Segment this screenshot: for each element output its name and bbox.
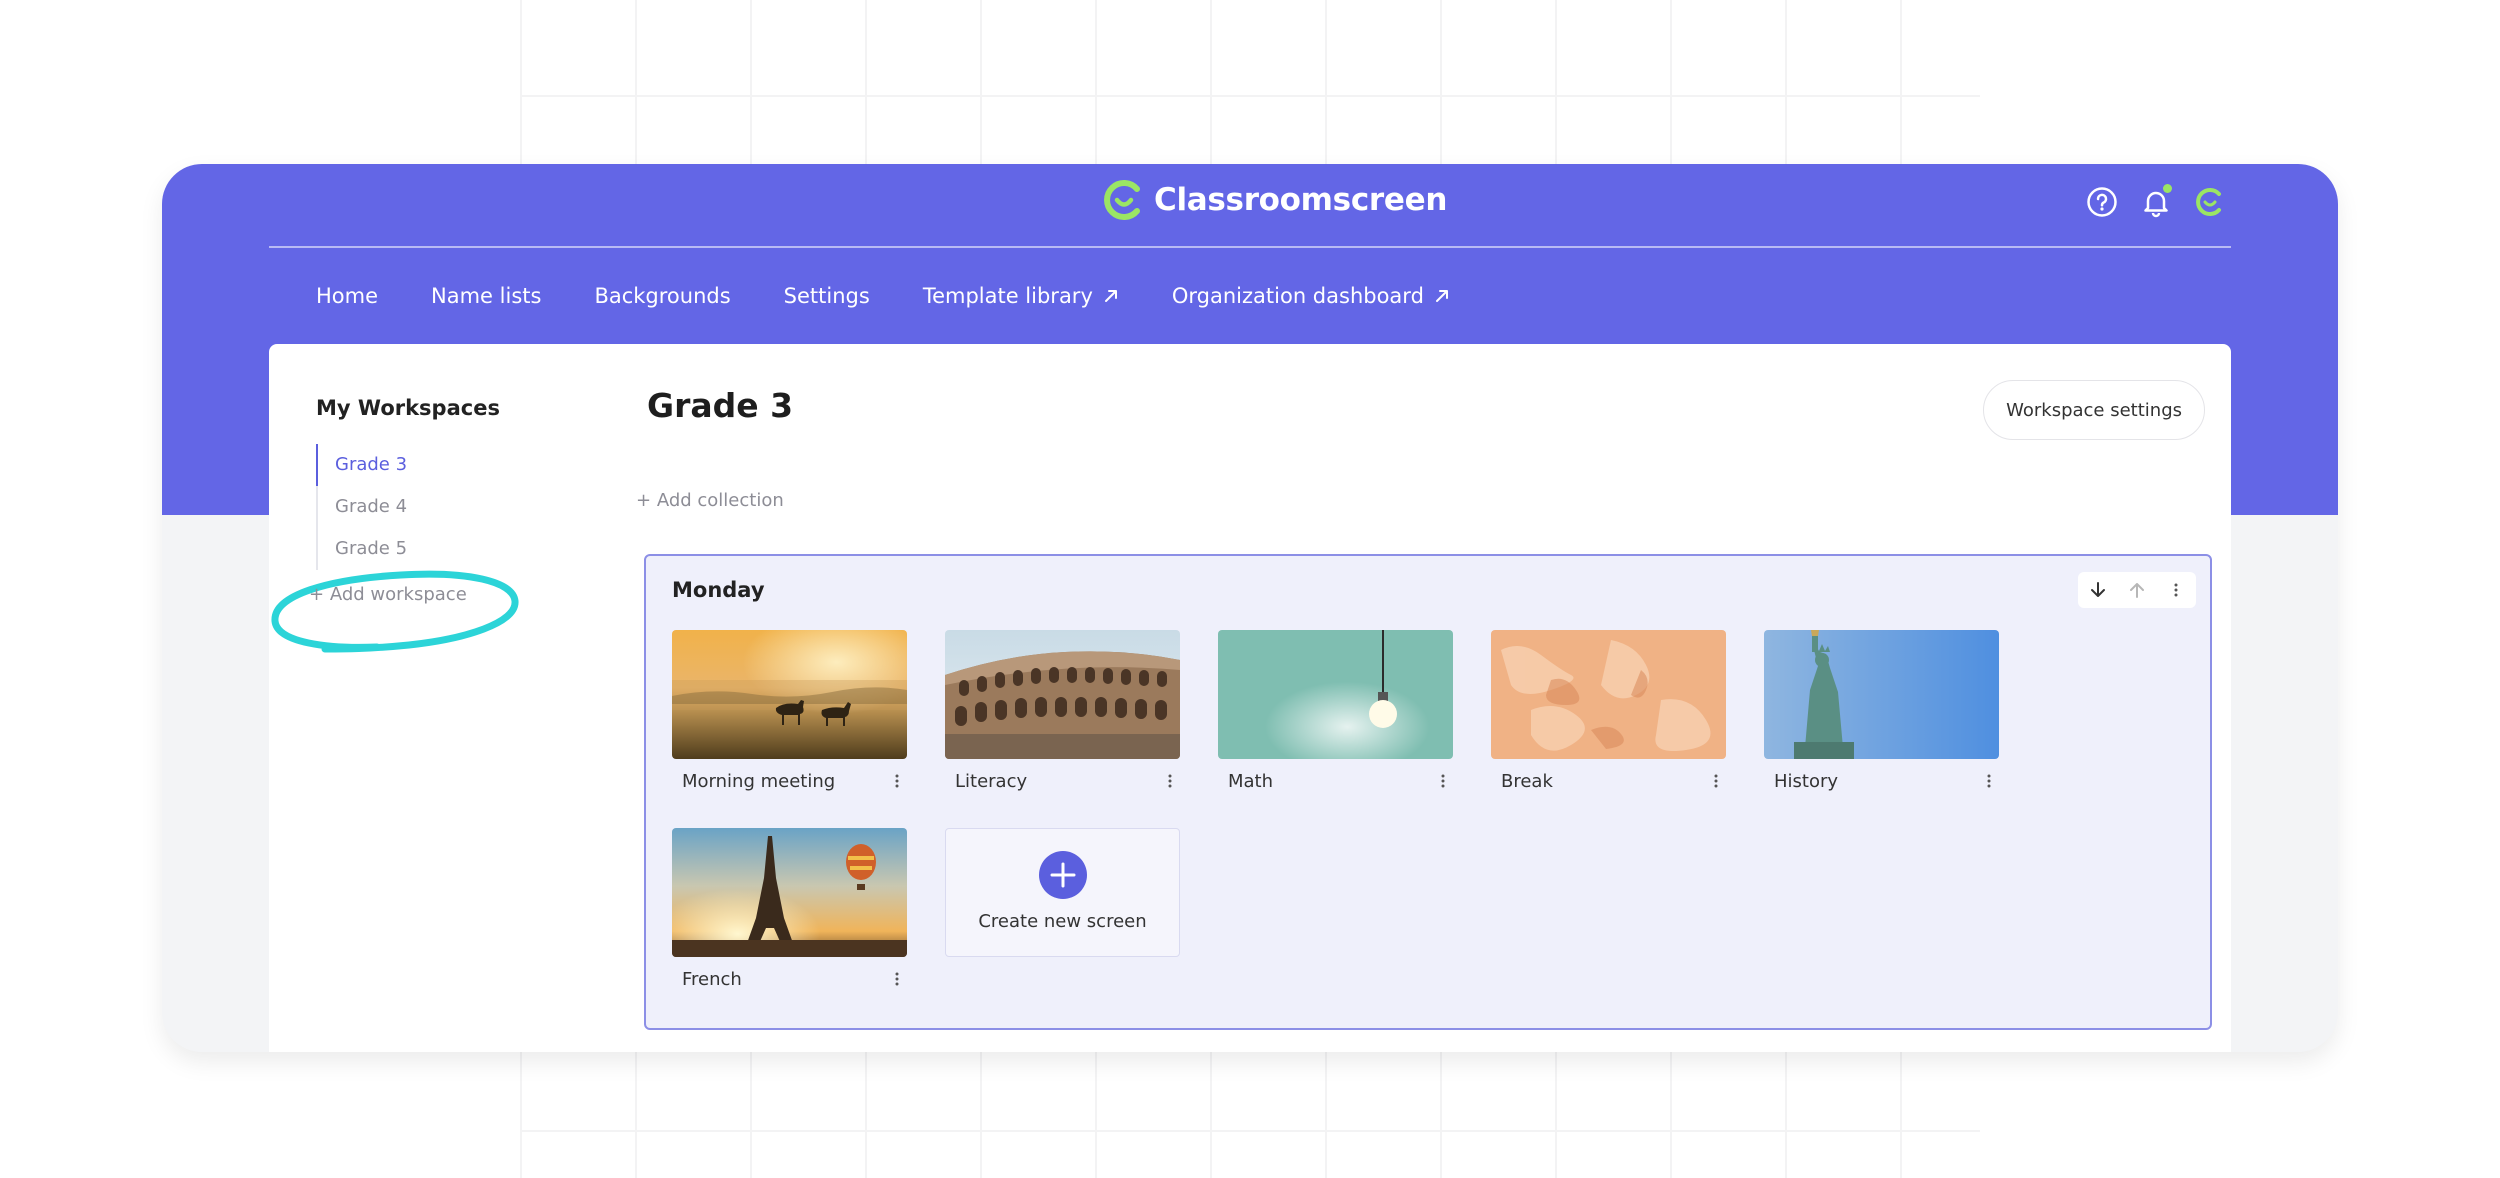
screen-thumbnail[interactable]	[1764, 630, 1999, 759]
orange-texture-image	[1491, 630, 1726, 759]
header-divider	[269, 246, 2231, 248]
more-icon	[1168, 774, 1172, 788]
screen-thumbnail[interactable]	[672, 828, 907, 957]
plus-icon: +	[309, 584, 325, 605]
app-window: Classroomscreen Home Name lists Backgrou…	[162, 164, 2338, 1052]
notifications-button[interactable]	[2140, 184, 2172, 218]
profile-logo-icon[interactable]	[2194, 186, 2226, 218]
workspace-list: Grade 3 Grade 4 Grade 5	[316, 444, 518, 570]
nav-settings-label: Settings	[783, 284, 870, 308]
screen-card-break: Break	[1491, 630, 1726, 803]
workspace-panel: My Workspaces Grade 3 Grade 4 Grade 5 + …	[269, 344, 2231, 1052]
arrow-up-icon	[2129, 583, 2144, 598]
create-new-screen-label: Create new screen	[978, 911, 1147, 932]
header-actions	[2086, 184, 2226, 218]
plus-icon: +	[636, 490, 652, 511]
screen-title: Literacy	[955, 770, 1028, 792]
screen-card-history: History	[1764, 630, 1999, 803]
add-workspace-button[interactable]: + Add workspace	[309, 584, 467, 605]
nav-organization-dashboard[interactable]: Organization dashboard	[1172, 284, 1450, 308]
screen-card-footer: Math	[1218, 759, 1453, 803]
screen-card-morning-meeting: Morning meeting	[672, 630, 907, 803]
collection-title: Monday	[672, 578, 765, 602]
move-down-button[interactable]	[2088, 580, 2108, 600]
more-icon	[1987, 774, 1991, 788]
screen-thumbnail[interactable]	[1491, 630, 1726, 759]
plus-circle-icon	[1039, 851, 1087, 899]
screen-title: Morning meeting	[682, 770, 836, 792]
screen-card-footer: History	[1764, 759, 1999, 803]
notification-dot	[2163, 184, 2172, 193]
statue-of-liberty-image	[1764, 630, 1999, 759]
help-icon[interactable]	[2086, 186, 2118, 218]
nav-template-library[interactable]: Template library	[923, 284, 1119, 308]
app-logo[interactable]: Classroomscreen	[1102, 178, 1447, 222]
screen-card-french: French	[672, 828, 907, 1001]
screen-menu-button[interactable]	[1435, 770, 1451, 792]
screen-title: History	[1774, 770, 1839, 792]
create-new-screen-button[interactable]: Create new screen	[945, 828, 1180, 957]
screen-thumbnail[interactable]	[1218, 630, 1453, 759]
nav-backgrounds-label: Backgrounds	[594, 284, 731, 308]
screen-thumbnail[interactable]	[945, 630, 1180, 759]
screen-title: Break	[1501, 770, 1553, 792]
eiffel-tower-image	[672, 828, 907, 957]
nav-settings[interactable]: Settings	[784, 284, 870, 308]
sidebar-item-grade-4[interactable]: Grade 4	[316, 486, 518, 528]
main-nav: Home Name lists Backgrounds Settings Tem…	[316, 284, 1503, 308]
add-workspace-label: Add workspace	[329, 584, 467, 605]
collection-toolbar	[2078, 572, 2196, 608]
more-icon	[1714, 774, 1718, 788]
screen-title: Math	[1228, 770, 1274, 792]
screen-thumbnail[interactable]	[672, 630, 907, 759]
screen-menu-button[interactable]	[1708, 770, 1724, 792]
nav-template-library-label: Template library	[922, 284, 1093, 308]
screen-card-math: Math	[1218, 630, 1453, 803]
workspace-settings-button[interactable]: Workspace settings	[1983, 380, 2205, 440]
sidebar-item-grade-3[interactable]: Grade 3	[316, 444, 518, 486]
sidebar-title: My Workspaces	[316, 396, 500, 420]
nav-name-lists-label: Name lists	[431, 284, 542, 308]
nav-organization-dashboard-label: Organization dashboard	[1171, 284, 1424, 308]
more-icon	[895, 774, 899, 788]
screen-menu-button[interactable]	[889, 968, 905, 990]
collection-monday: Monday Morning meeting Literacy Math Bre…	[644, 554, 2212, 1030]
screen-menu-button[interactable]	[1162, 770, 1178, 792]
logo-mark-icon	[1104, 180, 1140, 220]
add-collection-button[interactable]: + Add collection	[636, 490, 784, 511]
page-title: Grade 3	[647, 386, 794, 425]
colosseum-image	[945, 630, 1180, 759]
screen-card-footer: French	[672, 957, 907, 1001]
screen-menu-button[interactable]	[889, 770, 905, 792]
screen-menu-button[interactable]	[1981, 770, 1997, 792]
more-icon	[2174, 583, 2178, 597]
screen-title: French	[682, 968, 742, 990]
screen-card-literacy: Literacy	[945, 630, 1180, 803]
horses-image	[672, 630, 907, 759]
app-name: Classroomscreen	[1154, 182, 1448, 218]
move-up-button[interactable]	[2127, 580, 2147, 600]
add-collection-label: Add collection	[656, 490, 784, 511]
screen-card-footer: Literacy	[945, 759, 1180, 803]
nav-backgrounds[interactable]: Backgrounds	[594, 284, 730, 308]
arrow-down-icon	[2090, 582, 2105, 597]
more-icon	[1441, 774, 1445, 788]
light-bulb-image	[1218, 630, 1453, 759]
collection-more-button[interactable]	[2166, 580, 2186, 600]
screen-card-footer: Morning meeting	[672, 759, 907, 803]
external-link-icon	[1435, 290, 1448, 302]
external-link-icon	[1104, 290, 1117, 302]
more-icon	[895, 972, 899, 986]
nav-home[interactable]: Home	[316, 284, 378, 308]
nav-home-label: Home	[316, 284, 379, 308]
screen-card-footer: Break	[1491, 759, 1726, 803]
highlight-circle	[271, 570, 519, 653]
nav-name-lists[interactable]: Name lists	[431, 284, 541, 308]
